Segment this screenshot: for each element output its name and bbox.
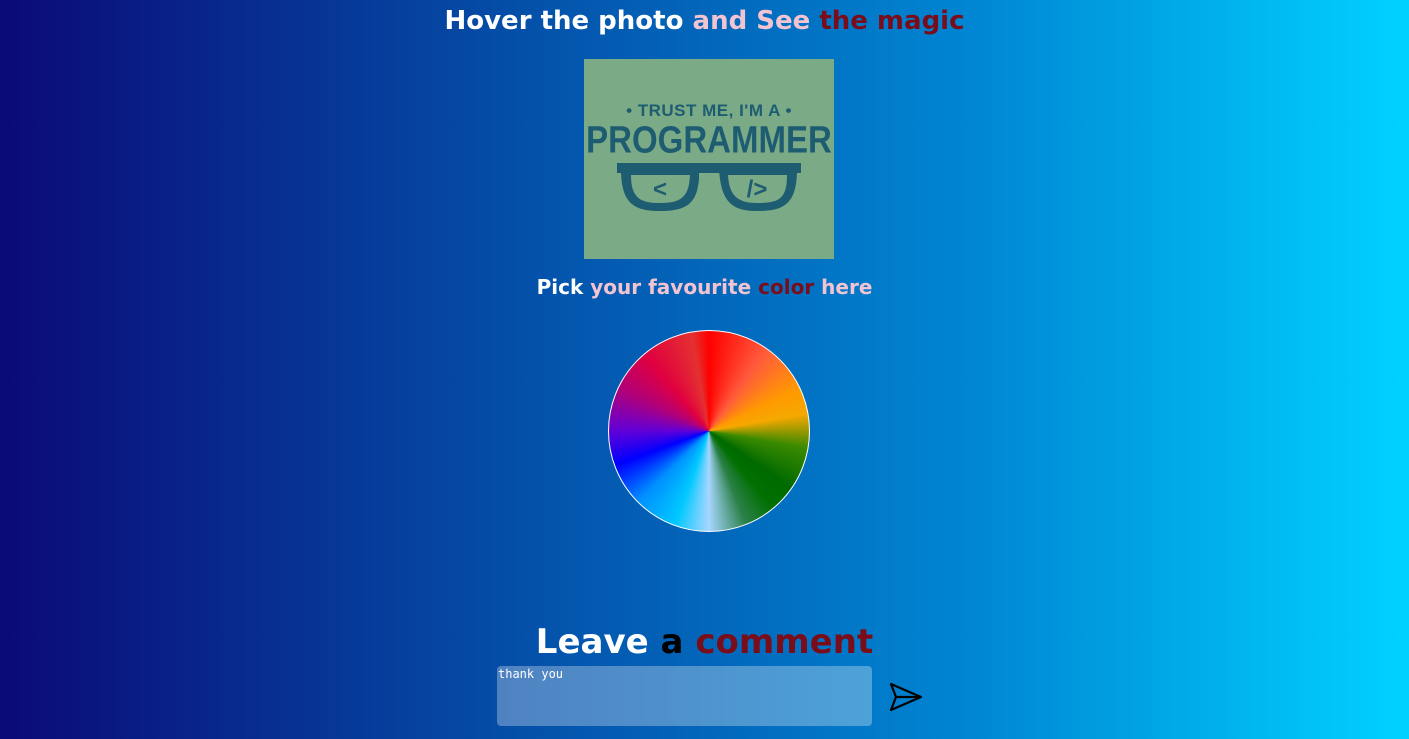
picker-heading-part-1: Pick (536, 275, 584, 299)
picker-heading-part-2: your favourite (590, 275, 752, 299)
hover-heading: Hover the photo and See the magic (0, 6, 1409, 36)
hover-heading-part-3: the magic (819, 6, 965, 36)
color-wheel[interactable] (608, 330, 810, 532)
hover-heading-part-1: Hover the photo (444, 6, 684, 36)
glasses-left-symbol: < (653, 176, 667, 203)
send-button[interactable] (887, 680, 925, 714)
picker-heading-part-4: here (821, 275, 873, 299)
glasses-right-symbol: /> (747, 176, 768, 203)
comment-input[interactable]: thank you (497, 666, 872, 726)
picker-heading-part-3: color (758, 275, 815, 299)
paper-plane-icon (889, 682, 923, 712)
hover-heading-part-2: and See (692, 6, 811, 36)
comment-heading-part-1: Leave (535, 622, 649, 662)
photo-caption-main: PROGRAMMER (586, 118, 832, 161)
glasses-icon: < /> (617, 163, 801, 211)
comment-heading-part-2: a (660, 622, 684, 662)
picker-heading: Pick your favourite color here (0, 275, 1409, 299)
comment-heading-part-3: comment (695, 622, 874, 662)
programmer-photo[interactable]: • TRUST ME, I'M A • PROGRAMMER < /> (584, 59, 834, 259)
comment-heading: Leave a comment (0, 622, 1409, 662)
